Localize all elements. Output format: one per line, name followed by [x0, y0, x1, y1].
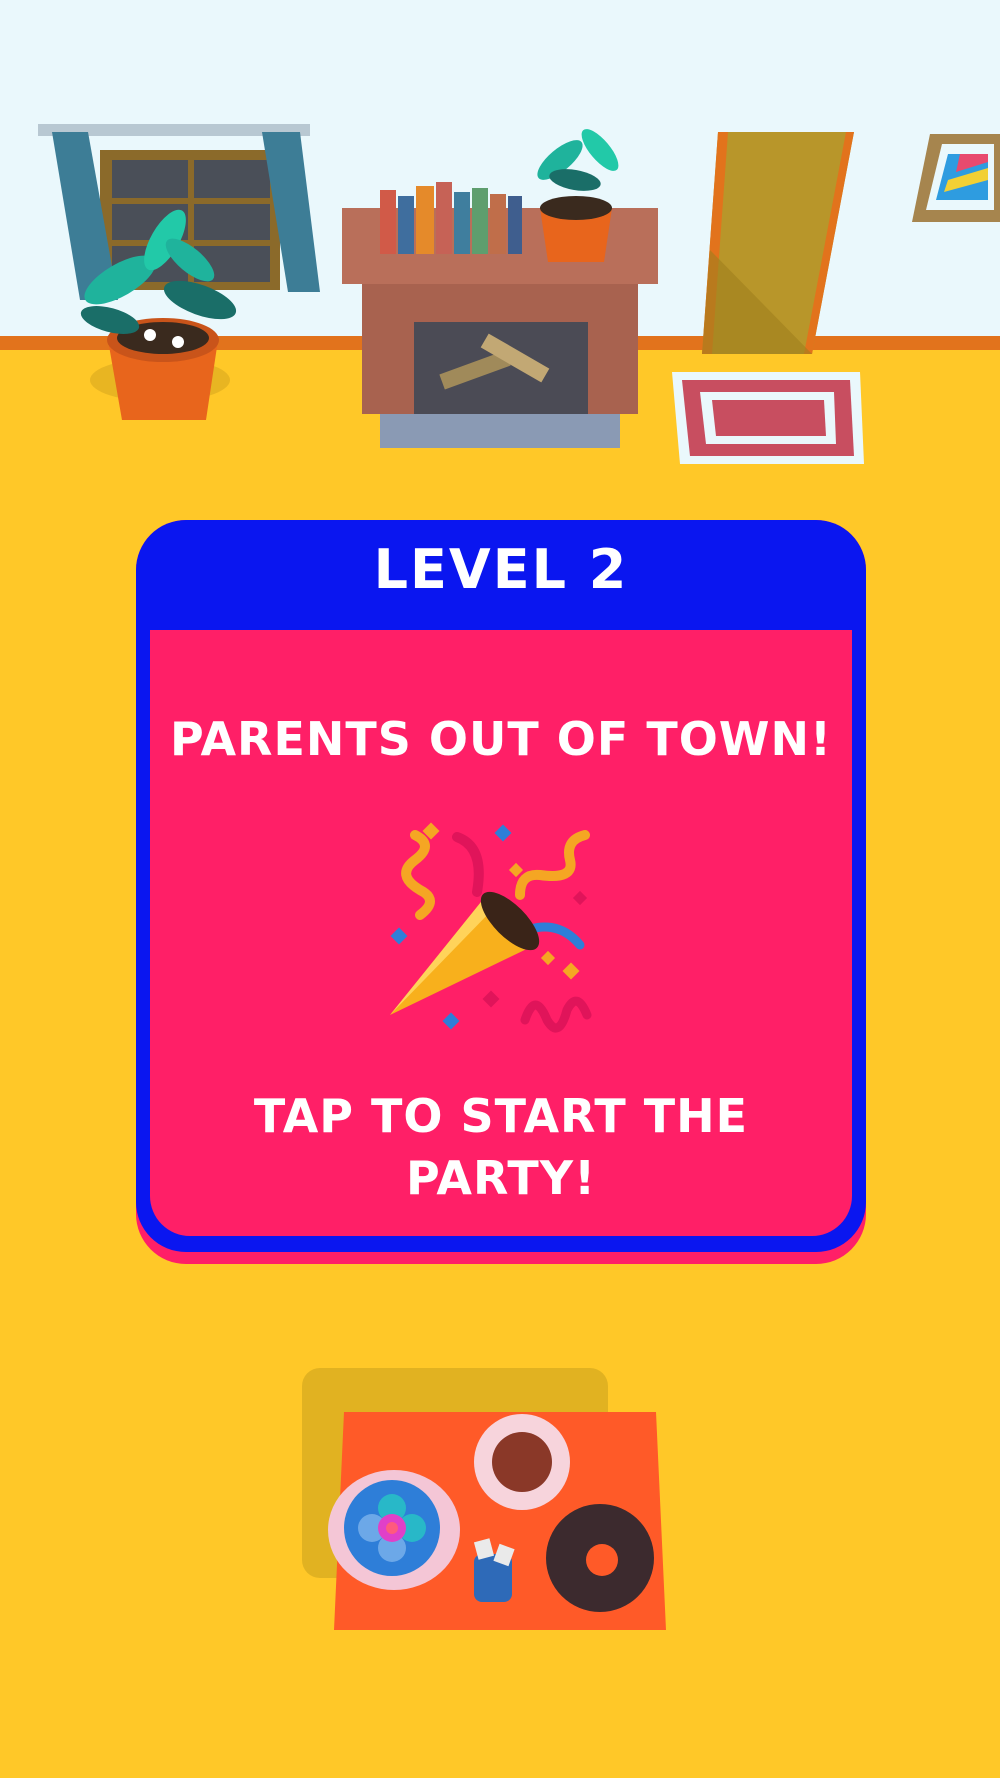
- level-card-frame: LEVEL 2 PARENTS OUT OF TOWN! TAP TO STAR…: [136, 520, 866, 1252]
- party-table: [302, 1368, 666, 1630]
- level-card[interactable]: LEVEL 2 PARENTS OUT OF TOWN! TAP TO STAR…: [136, 520, 866, 1264]
- party-popper-icon: [390, 822, 592, 1033]
- rug: [672, 372, 864, 464]
- level-card-body: PARENTS OUT OF TOWN! TAP TO START THE PA…: [150, 630, 852, 1236]
- level-title: LEVEL 2: [373, 538, 629, 601]
- level-headline: PARENTS OUT OF TOWN!: [169, 712, 833, 766]
- tap-to-start-prompt[interactable]: TAP TO START THE PARTY!: [210, 1085, 792, 1209]
- fireplace: [342, 182, 658, 448]
